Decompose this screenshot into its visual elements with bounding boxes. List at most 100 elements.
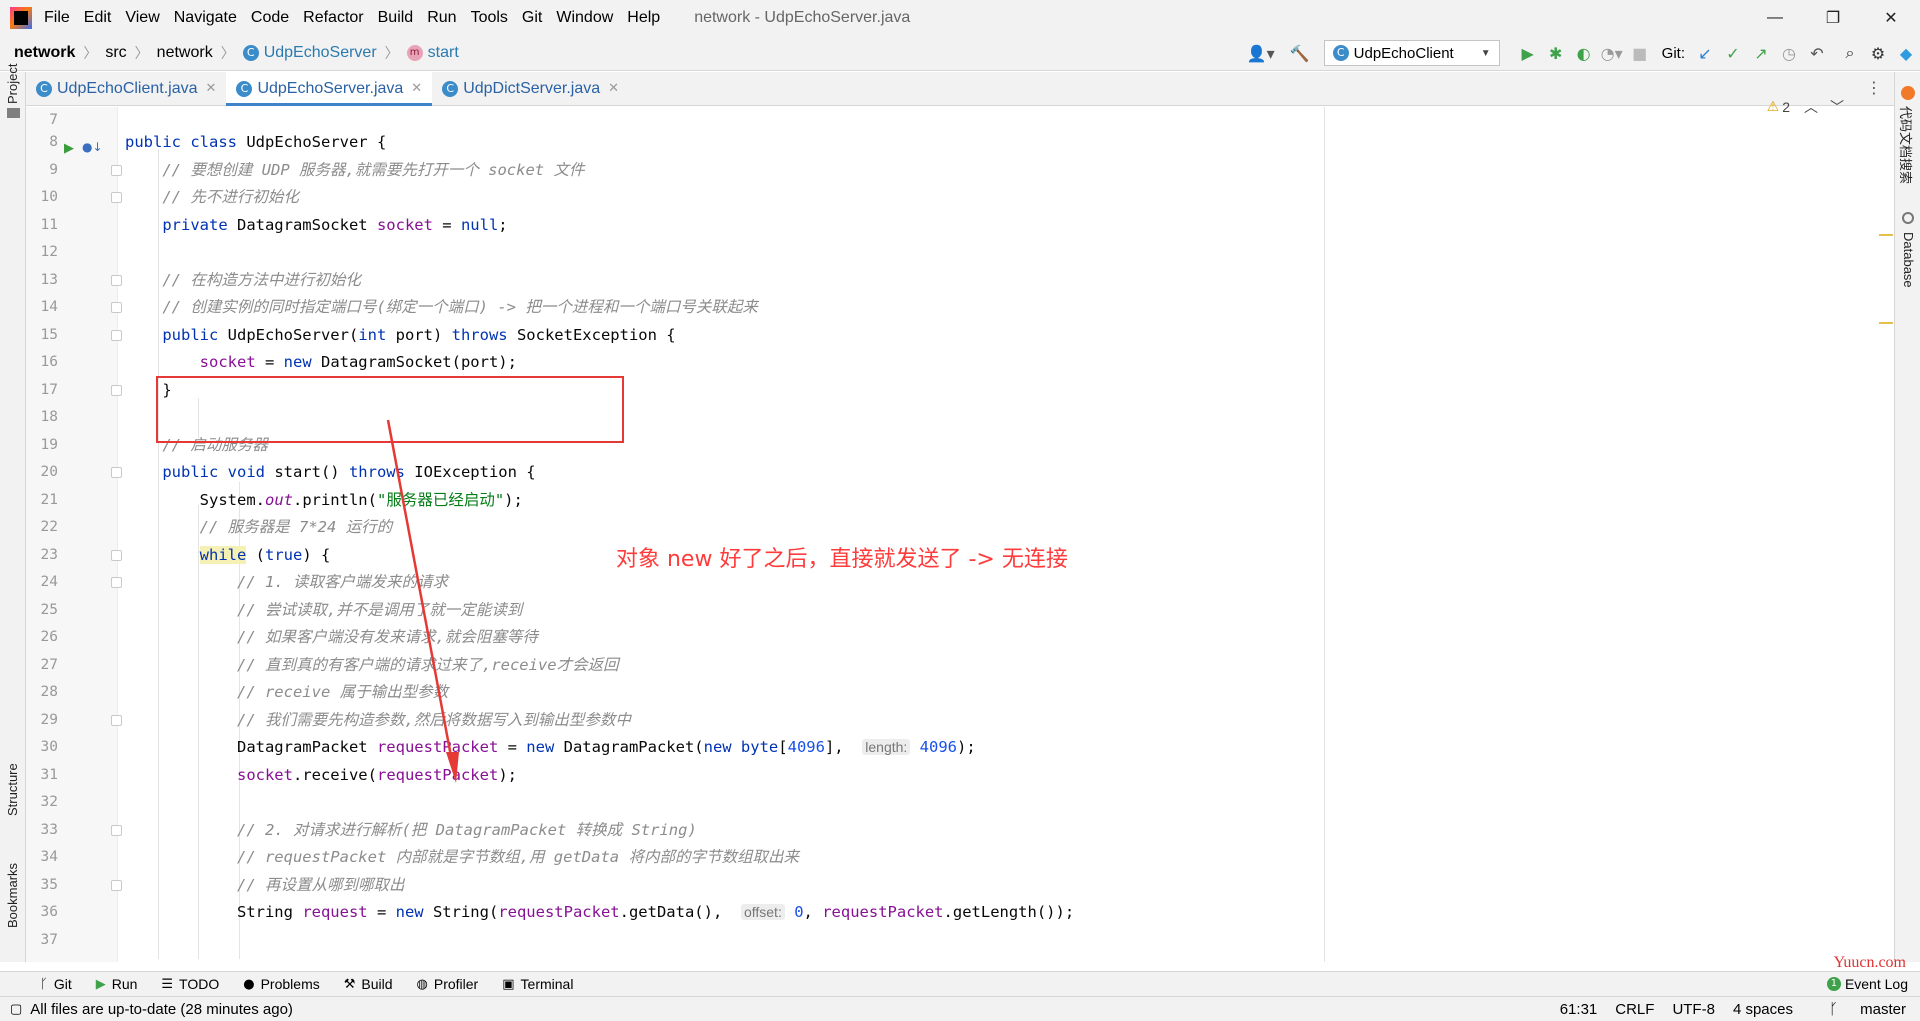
tool-window-bar: ᚴ Git ▶ Run ☰ TODO ● Problems ⚒ Build ◍ Profil… [0,971,1920,996]
tab-udp-echo-client[interactable]: C UdpEchoClient.java ✕ [26,72,226,105]
menu-edit[interactable]: Edit [84,9,112,27]
database-tool-button[interactable]: Database [1901,232,1916,288]
class-icon: C [236,80,253,97]
run-configuration-select[interactable]: C UdpEchoClient ▼ [1323,40,1500,66]
plugin-icon [1901,86,1915,100]
menu-tools[interactable]: Tools [471,9,508,27]
more-tabs-icon[interactable]: ⋮ [1866,78,1882,97]
indent-setting[interactable]: 4 spaces [1733,1001,1793,1018]
chevron-right-icon: 〉 [220,44,235,61]
status-toggle-icon[interactable]: ▢ [10,1001,22,1017]
scrollbar-warning-mark[interactable] [1879,234,1893,236]
folder-icon [7,108,20,118]
menu-help[interactable]: Help [627,9,660,27]
menu-view[interactable]: View [125,9,159,27]
breadcrumb-class[interactable]: UdpEchoServer [264,44,377,62]
menu-navigate[interactable]: Navigate [174,9,237,27]
git-update-icon[interactable]: ↙ [1692,40,1718,66]
chevron-right-icon: 〉 [83,44,98,61]
scrollbar-warning-mark[interactable] [1879,322,1893,324]
annotation-arrow [386,419,459,783]
annotation-text: 对象 new 好了之后，直接就发送了 -> 无连接 [616,547,1068,572]
status-widgets: 61:31 CRLF UTF-8 4 spaces ᚴ master [1542,997,1906,1021]
tab-udp-dict-server[interactable]: C UdpDictServer.java ✕ [432,72,629,105]
gear-icon[interactable]: ⚙ [1865,40,1891,66]
menu-window[interactable]: Window [556,9,613,27]
git-branch-icon: ᚴ [40,976,48,992]
line-separator[interactable]: CRLF [1615,1001,1654,1018]
class-icon: C [1332,45,1349,61]
breadcrumb-package[interactable]: network [157,44,213,62]
window-title: network - UdpEchoServer.java [694,8,911,26]
breadcrumb-src[interactable]: src [105,44,126,62]
breadcrumb-project[interactable]: network [14,44,75,62]
menu-run[interactable]: Run [427,9,456,27]
class-icon: C [242,44,259,61]
event-log-button[interactable]: 1 Event Log [1826,976,1908,992]
project-tool-button[interactable]: Project [5,64,20,104]
history-icon[interactable]: ◷ [1776,40,1802,66]
left-tool-stripe: Project Structure Bookmarks [0,64,26,962]
class-icon: C [36,80,52,97]
file-encoding[interactable]: UTF-8 [1672,1001,1715,1018]
inspection-widget[interactable]: ⚠ 2 ︿ ﹀ [1767,97,1844,117]
chevron-down-icon[interactable]: ﹀ [1830,97,1844,117]
git-push-icon[interactable]: ↗ [1748,40,1774,66]
terminal-tool-button[interactable]: ▣ Terminal [502,976,573,992]
git-tool-button[interactable]: ᚴ Git [40,976,72,992]
tab-label: UdpEchoClient.java [57,79,198,97]
run-tool-button[interactable]: ▶ Run [96,976,138,992]
doc-search-tool-button[interactable]: 代码文档搜索 [1897,106,1916,184]
close-window-button[interactable]: ✕ [1862,0,1920,35]
caret-position[interactable]: 61:31 [1560,1001,1598,1018]
code-editor[interactable]: 7 8 ▶ ●↓ public class UdpEchoServer { 9 // … [26,99,1894,962]
maximize-button[interactable]: ❐ [1804,0,1862,35]
menu-build[interactable]: Build [378,9,414,27]
jetbrains-toolbox-icon[interactable]: ◆ [1893,40,1919,66]
chevron-down-icon: ▼ [1480,47,1491,59]
problems-tool-button[interactable]: ● Problems [243,976,319,992]
list-icon: ☰ [161,976,174,992]
close-tab-icon[interactable]: ✕ [206,81,217,96]
window-controls: — ❐ ✕ [1746,0,1920,35]
warning-icon: ⚠ [1766,99,1780,115]
menu-git[interactable]: Git [522,9,542,27]
profile-icon[interactable]: ◔▾ [1599,40,1625,66]
method-icon: m [406,44,423,61]
coverage-icon[interactable]: ◐ [1571,40,1597,66]
menu-code[interactable]: Code [251,9,289,27]
search-icon[interactable]: ⌕ [1837,40,1863,66]
git-commit-icon[interactable]: ✓ [1720,40,1746,66]
profiler-tool-button[interactable]: ◍ Profiler [417,976,479,992]
rollback-icon[interactable]: ↶ [1804,40,1830,66]
chevron-up-icon[interactable]: ︿ [1804,97,1818,117]
user-account-icon[interactable]: 👤▾ [1244,40,1278,66]
hammer-icon: ⚒ [343,976,356,992]
menu-file[interactable]: File [44,9,70,27]
todo-tool-button[interactable]: ☰ TODO [161,976,219,992]
structure-tool-button[interactable]: Structure [5,763,20,816]
warning-count: 2 [1782,99,1790,115]
minimize-button[interactable]: — [1746,0,1804,35]
terminal-icon: ▣ [502,976,515,992]
tab-udp-echo-server[interactable]: C UdpEchoServer.java ✕ [226,72,433,106]
run-config-label: UdpEchoClient [1353,44,1454,62]
ide-window: File Edit View Navigate Code Refactor Bu… [0,0,1920,1021]
breadcrumb-method[interactable]: start [428,44,459,62]
chevron-right-icon: 〉 [134,44,149,61]
tab-label: UdpEchoServer.java [257,79,404,97]
run-icon[interactable]: ▶ [1515,40,1541,66]
tab-label: UdpDictServer.java [463,79,601,97]
stop-icon[interactable]: ■ [1627,40,1653,66]
navigation-bar: network 〉 src 〉 network 〉 C UdpEchoServe… [0,35,1920,71]
close-tab-icon[interactable]: ✕ [411,81,422,96]
watermark: Yuucn.com [1833,954,1906,971]
status-bar: ▢ All files are up-to-date (28 minutes a… [0,996,1920,1021]
bookmarks-tool-button[interactable]: Bookmarks [5,863,20,928]
git-branch-widget[interactable]: ᚴ master [1811,1001,1906,1018]
menu-refactor[interactable]: Refactor [303,9,363,27]
debug-icon[interactable]: ✱ [1543,40,1569,66]
build-hammer-icon[interactable]: 🔨 [1287,40,1313,66]
build-tool-button[interactable]: ⚒ Build [344,976,393,992]
close-tab-icon[interactable]: ✕ [608,81,619,96]
